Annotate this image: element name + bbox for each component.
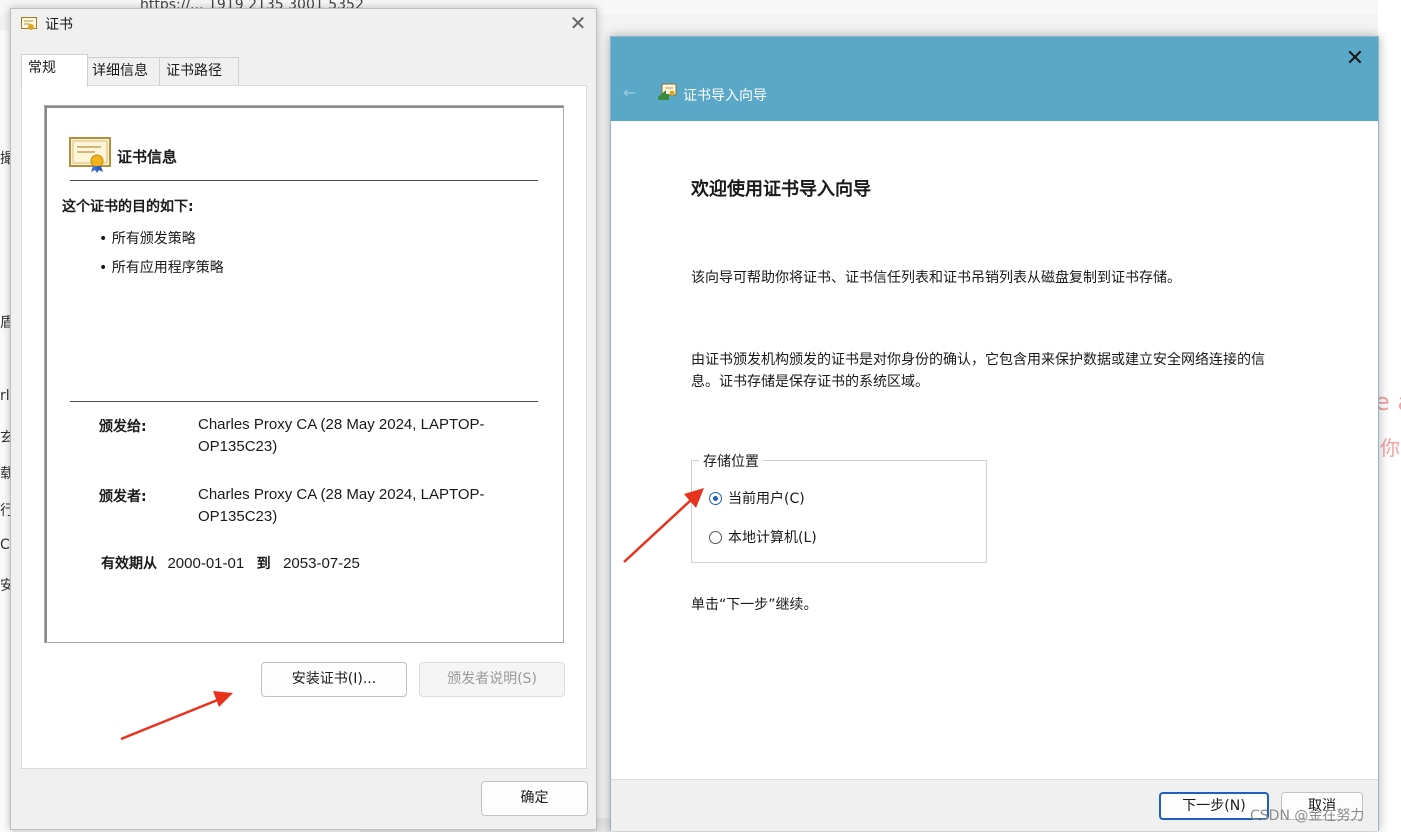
issued-by-value: Charles Proxy CA (28 May 2024, LAPTOP- O…	[198, 484, 485, 528]
divider	[70, 401, 538, 402]
radio-button[interactable]	[709, 492, 722, 505]
issued-to-value: Charles Proxy CA (28 May 2024, LAPTOP- O…	[198, 414, 485, 458]
issued-by-value-line: Charles Proxy CA (28 May 2024, LAPTOP-	[198, 486, 485, 503]
wizard-explanation: 由证书颁发机构颁发的证书是对你身份的确认，它包含用来保护数据或建立安全网络连接的…	[691, 349, 1331, 393]
divider	[70, 180, 538, 181]
purpose-item-text: 所有颁发策略	[111, 231, 196, 247]
certificate-info-icon	[69, 137, 111, 173]
background-red-text: 你	[1380, 436, 1400, 460]
issued-to-value-line: OP135C23)	[198, 438, 278, 455]
wizard-heading: 欢迎使用证书导入向导	[691, 179, 871, 200]
close-icon[interactable]: ✕	[1341, 45, 1369, 73]
watermark-text: CSDN @金在努力	[1250, 808, 1365, 824]
close-icon[interactable]: ✕	[566, 11, 590, 35]
certificate-info-heading: 证书信息	[117, 148, 178, 166]
install-certificate-button[interactable]: 安装证书(I)...	[261, 662, 407, 697]
valid-from-label: 有效期从	[101, 556, 157, 572]
issuer-statement-button[interactable]: 颁发者说明(S)	[419, 662, 565, 697]
tab-certification-path[interactable]: 证书路径	[159, 57, 239, 85]
tab-details[interactable]: 详细信息	[85, 57, 161, 85]
valid-from-date: 2000-01-01	[167, 555, 245, 572]
radio-label: 本地计算机(L)	[728, 530, 817, 546]
certificate-dialog: 证书 ✕ 常规 详细信息 证书路径 证书信息 这个证书的目的如下: • 所有颁发…	[10, 8, 597, 830]
wizard-header-title: 证书导入向导	[683, 88, 767, 104]
background-right-strip: Where a 你	[1312, 0, 1401, 832]
import-wizard-dialog: ← 证书导入向导 ✕ 欢迎使用证书导入向导 该向导可帮助你将证书、证书信任列表和…	[610, 36, 1379, 831]
issued-by-label: 颁发者:	[99, 489, 147, 505]
tab-general[interactable]: 常规	[21, 54, 88, 87]
certificate-icon	[21, 17, 37, 30]
radio-label: 当前用户(C)	[728, 491, 805, 507]
valid-to-date: 2053-07-25	[283, 555, 360, 572]
dialog-title: 证书	[45, 17, 73, 33]
issued-to-value-line: Charles Proxy CA (28 May 2024, LAPTOP-	[198, 416, 485, 433]
wizard-description: 该向导可帮助你将证书、证书信任列表和证书吊销列表从磁盘复制到证书存储。	[691, 270, 1181, 286]
store-location-legend: 存储位置	[699, 451, 763, 471]
radio-current-user[interactable]: 当前用户(C)	[709, 488, 849, 508]
wizard-header: ← 证书导入向导 ✕	[611, 37, 1378, 121]
store-location-group	[691, 460, 987, 563]
continue-hint: 单击“下一步”继续。	[691, 597, 818, 613]
annotation-arrow-icon	[120, 691, 233, 741]
radio-local-machine[interactable]: 本地计算机(L)	[709, 527, 859, 547]
back-arrow-icon[interactable]: ←	[623, 83, 636, 102]
issued-to-label: 颁发给:	[99, 419, 147, 435]
purpose-heading: 这个证书的目的如下:	[62, 199, 194, 215]
valid-to-label: 到	[256, 556, 271, 572]
wizard-explanation-line: 由证书颁发机构颁发的证书是对你身份的确认，它包含用来保护数据或建立安全网络连接的…	[691, 352, 1265, 368]
purpose-item: • 所有颁发策略	[99, 231, 196, 247]
purpose-item-text: 所有应用程序策略	[111, 260, 224, 276]
ok-button[interactable]: 确定	[481, 781, 588, 816]
issued-by-value-line: OP135C23)	[198, 508, 278, 525]
annotation-arrow-icon	[623, 488, 704, 563]
validity-row: 有效期从 2000-01-01 到 2053-07-25	[101, 553, 360, 575]
purpose-item: • 所有应用程序策略	[99, 260, 224, 276]
import-wizard-icon	[658, 83, 677, 100]
radio-button[interactable]	[709, 531, 722, 544]
wizard-explanation-line: 息。证书存储是保存证书的系统区域。	[691, 374, 929, 390]
